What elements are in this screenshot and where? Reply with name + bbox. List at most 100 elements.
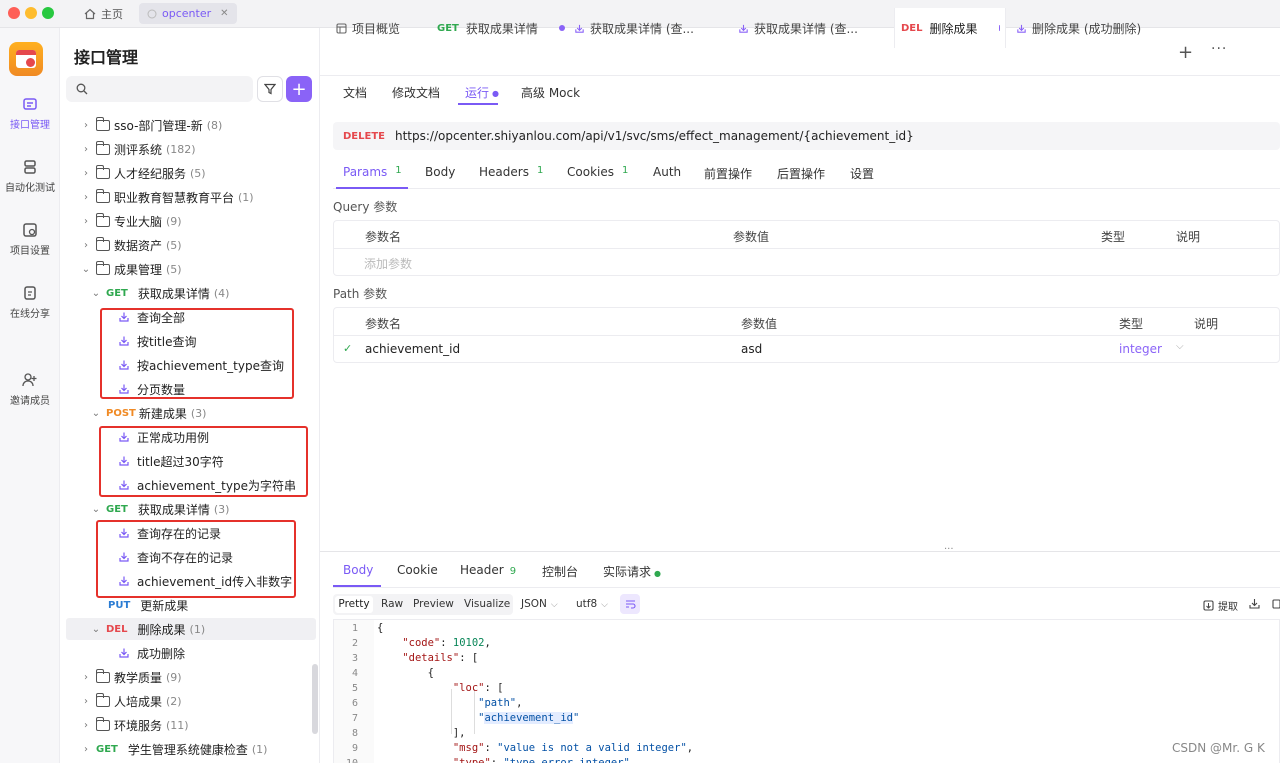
- search-input[interactable]: [66, 76, 253, 102]
- download-button[interactable]: [1249, 598, 1260, 612]
- subtab-edit-docs[interactable]: 修改文档: [392, 84, 440, 101]
- chevron-right-icon[interactable]: ›: [80, 696, 92, 707]
- folder-item[interactable]: › 人才经纪服务 (5): [80, 162, 206, 184]
- tab-params[interactable]: Params 1: [343, 165, 402, 179]
- chevron-right-icon[interactable]: ›: [80, 672, 92, 683]
- sidebar-scrollbar[interactable]: [312, 664, 318, 734]
- drag-handle-icon[interactable]: ···: [944, 544, 954, 555]
- tab-body[interactable]: Body: [425, 165, 455, 179]
- close-window-button[interactable]: [8, 7, 20, 19]
- new-tab-button[interactable]: +: [1178, 42, 1193, 63]
- tab-count: 1: [395, 165, 402, 176]
- chevron-right-icon[interactable]: ›: [80, 144, 92, 155]
- case-icon: [1017, 24, 1026, 33]
- minimize-window-button[interactable]: [25, 7, 37, 19]
- copy-button[interactable]: [1272, 598, 1280, 612]
- raw-button[interactable]: Raw: [381, 598, 403, 610]
- extract-button[interactable]: 提取: [1203, 598, 1238, 613]
- chevron-right-icon[interactable]: ›: [80, 216, 92, 227]
- chevron-right-icon[interactable]: ›: [80, 192, 92, 203]
- response-tab-body[interactable]: Body: [343, 563, 373, 577]
- folder-item[interactable]: › 环境服务 (11): [80, 714, 189, 736]
- folder-item[interactable]: › 测评系统 (182): [80, 138, 196, 160]
- chevron-down-icon[interactable]: ⌵: [1176, 341, 1184, 352]
- visualize-button[interactable]: Visualize: [464, 598, 510, 610]
- url-bar[interactable]: DELETE https://opcenter.shiyanlou.com/ap…: [333, 122, 1280, 150]
- chevron-right-icon[interactable]: ›: [80, 744, 92, 755]
- folder-item[interactable]: › 人培成果 (2): [80, 690, 182, 712]
- more-tabs-button[interactable]: ···: [1211, 41, 1227, 57]
- tab-cookies[interactable]: Cookies 1: [567, 165, 628, 179]
- folder-item[interactable]: › sso-部门管理-新 (8): [80, 114, 222, 136]
- chevron-down-icon[interactable]: ⌄: [90, 288, 102, 299]
- tab-pre-actions[interactable]: 前置操作: [704, 165, 752, 182]
- tab-delete-achievement[interactable]: DEL 删除成果: [894, 8, 1006, 48]
- tab-post-actions[interactable]: 后置操作: [777, 165, 825, 182]
- param-value[interactable]: asd: [741, 342, 762, 356]
- request-url[interactable]: https://opcenter.shiyanlou.com/api/v1/sv…: [395, 129, 914, 143]
- chevron-right-icon[interactable]: ›: [80, 720, 92, 731]
- api-item[interactable]: ⌄ POST 新建成果 (3): [90, 402, 207, 424]
- rail-item-api[interactable]: 接口管理: [0, 96, 60, 131]
- item-count: (2): [166, 694, 182, 708]
- project-tab[interactable]: opcenter ✕: [139, 3, 237, 24]
- subtab-mock[interactable]: 高级 Mock: [521, 84, 580, 101]
- folder-item[interactable]: › 数据资产 (5): [80, 234, 182, 256]
- pretty-button[interactable]: Pretty: [335, 596, 373, 613]
- response-tab-cookie[interactable]: Cookie: [397, 563, 438, 577]
- preview-button[interactable]: Preview: [413, 598, 454, 610]
- api-item[interactable]: ⌄ GET 获取成果详情 (4): [90, 282, 230, 304]
- rail-item-automation[interactable]: 自动化测试: [0, 159, 60, 194]
- folder-label: 职业教育智慧教育平台: [114, 190, 235, 205]
- home-tab[interactable]: 主页: [76, 3, 131, 24]
- chevron-right-icon[interactable]: ›: [80, 168, 92, 179]
- chevron-down-icon[interactable]: ⌄: [90, 624, 102, 635]
- chevron-right-icon[interactable]: ›: [80, 120, 92, 131]
- encoding-select[interactable]: utf8 ⌵: [576, 598, 608, 610]
- case-item[interactable]: 成功删除: [118, 642, 185, 664]
- add-button[interactable]: +: [286, 76, 312, 102]
- folder-item[interactable]: ⌄ 成果管理 (5): [80, 258, 182, 280]
- enabled-checkbox[interactable]: ✓: [343, 342, 352, 355]
- response-tab-console[interactable]: 控制台: [542, 563, 578, 580]
- tab-delete-case[interactable]: 删除成果 (成功删除): [1010, 8, 1147, 48]
- tab-headers[interactable]: Headers 1: [479, 165, 543, 179]
- response-tab-header[interactable]: Header 9: [460, 563, 516, 577]
- method-badge: GET: [96, 743, 118, 755]
- chevron-down-icon[interactable]: ⌄: [80, 264, 92, 275]
- tab-get-detail[interactable]: GET 获取成果详情: [431, 8, 571, 48]
- maximize-window-button[interactable]: [42, 7, 54, 19]
- format-select[interactable]: JSON ⌵: [521, 598, 558, 610]
- api-item[interactable]: › GET 学生管理系统健康检查 (1): [80, 738, 267, 760]
- request-method[interactable]: DELETE: [343, 131, 385, 142]
- tab-project-overview[interactable]: 项目概览: [330, 8, 406, 48]
- wrap-toggle[interactable]: [620, 594, 640, 614]
- panel-divider[interactable]: [320, 551, 1280, 552]
- folder-icon: [96, 716, 110, 731]
- filter-button[interactable]: [257, 76, 283, 102]
- rail-item-invite[interactable]: 邀请成员: [0, 372, 60, 407]
- chevron-right-icon[interactable]: ›: [80, 240, 92, 251]
- param-type-select[interactable]: integer: [1119, 342, 1162, 356]
- query-params-title: Query 参数: [333, 200, 398, 214]
- chevron-down-icon[interactable]: ⌄: [90, 408, 102, 419]
- folder-item[interactable]: › 职业教育智慧教育平台 (1): [80, 186, 254, 208]
- rail-item-project-settings[interactable]: 项目设置: [0, 222, 60, 257]
- subtab-docs[interactable]: 文档: [343, 84, 367, 101]
- api-item[interactable]: ⌄ DEL 删除成果 (1): [66, 618, 316, 640]
- tab-auth[interactable]: Auth: [653, 165, 681, 179]
- rail-item-share[interactable]: 在线分享: [0, 285, 60, 320]
- tab-get-detail-case-1[interactable]: 获取成果详情 (查...: [568, 8, 700, 48]
- folder-item[interactable]: › 专业大脑 (9): [80, 210, 182, 232]
- tab-get-detail-case-2[interactable]: 获取成果详情 (查...: [732, 8, 864, 48]
- response-body-viewer[interactable]: 1 {2 "code": 10102, 3 "details": [4 {5 "lo…: [333, 619, 1280, 763]
- folder-item[interactable]: › 教学质量 (9): [80, 666, 182, 688]
- add-param-input[interactable]: 添加参数: [364, 255, 412, 272]
- api-item[interactable]: ⌄ GET 获取成果详情 (3): [90, 498, 230, 520]
- tab-settings[interactable]: 设置: [850, 165, 874, 182]
- response-tab-actual-request[interactable]: 实际请求 ●: [603, 563, 661, 580]
- close-tab-icon[interactable]: ✕: [220, 8, 228, 19]
- chevron-down-icon[interactable]: ⌄: [90, 504, 102, 515]
- param-name[interactable]: achievement_id: [365, 342, 460, 356]
- subtab-run[interactable]: 运行 ●: [465, 84, 499, 101]
